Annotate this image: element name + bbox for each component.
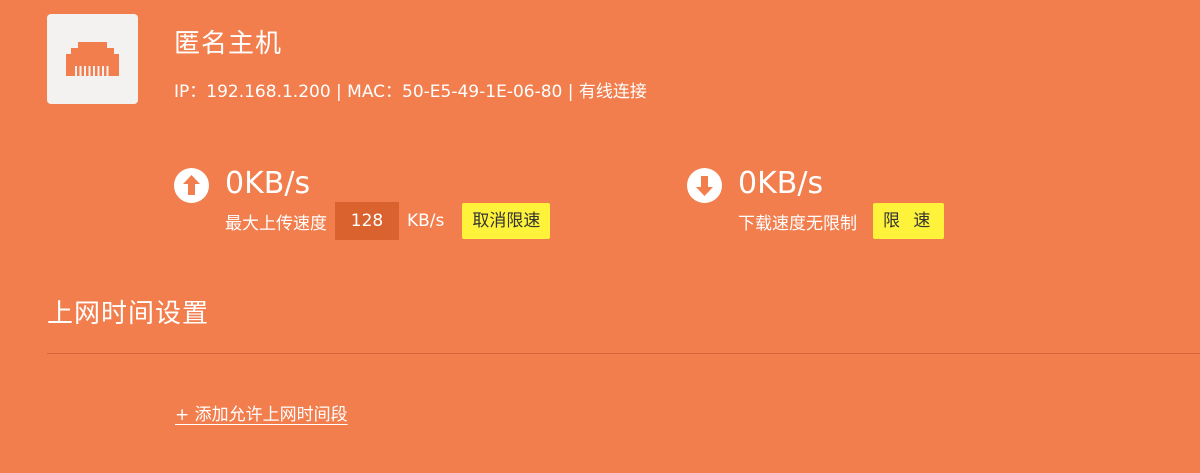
upload-limit-label: 最大上传速度 xyxy=(225,213,327,234)
set-limit-button[interactable]: 限 速 xyxy=(873,203,945,239)
download-speed: 0KB/s xyxy=(738,166,824,201)
host-settings-panel: 匿名主机 IP：192.168.1.200 | MAC：50-E5-49-1E-… xyxy=(0,0,1200,473)
host-name: 匿名主机 xyxy=(174,29,283,59)
device-icon-box xyxy=(47,14,138,104)
upload-limit-row: 最大上传速度 KB/s 取消限速 xyxy=(225,202,551,240)
download-limit-row: 下载速度无限制 限 速 xyxy=(738,202,945,240)
cancel-limit-button[interactable]: 取消限速 xyxy=(462,203,551,239)
upload-speed: 0KB/s xyxy=(225,166,311,201)
schedule-section-title: 上网时间设置 xyxy=(47,299,210,329)
upload-limit-unit: KB/s xyxy=(407,211,445,231)
ethernet-port-icon xyxy=(66,42,119,76)
arrow-down-icon xyxy=(687,168,722,203)
add-time-period-link[interactable]: + 添加允许上网时间段 xyxy=(175,403,348,427)
upload-limit-input[interactable] xyxy=(335,202,399,240)
arrow-up-icon xyxy=(174,168,209,203)
divider xyxy=(47,353,1200,354)
host-info: IP：192.168.1.200 | MAC：50-E5-49-1E-06-80… xyxy=(174,82,647,102)
download-limit-label: 下载速度无限制 xyxy=(738,213,857,234)
